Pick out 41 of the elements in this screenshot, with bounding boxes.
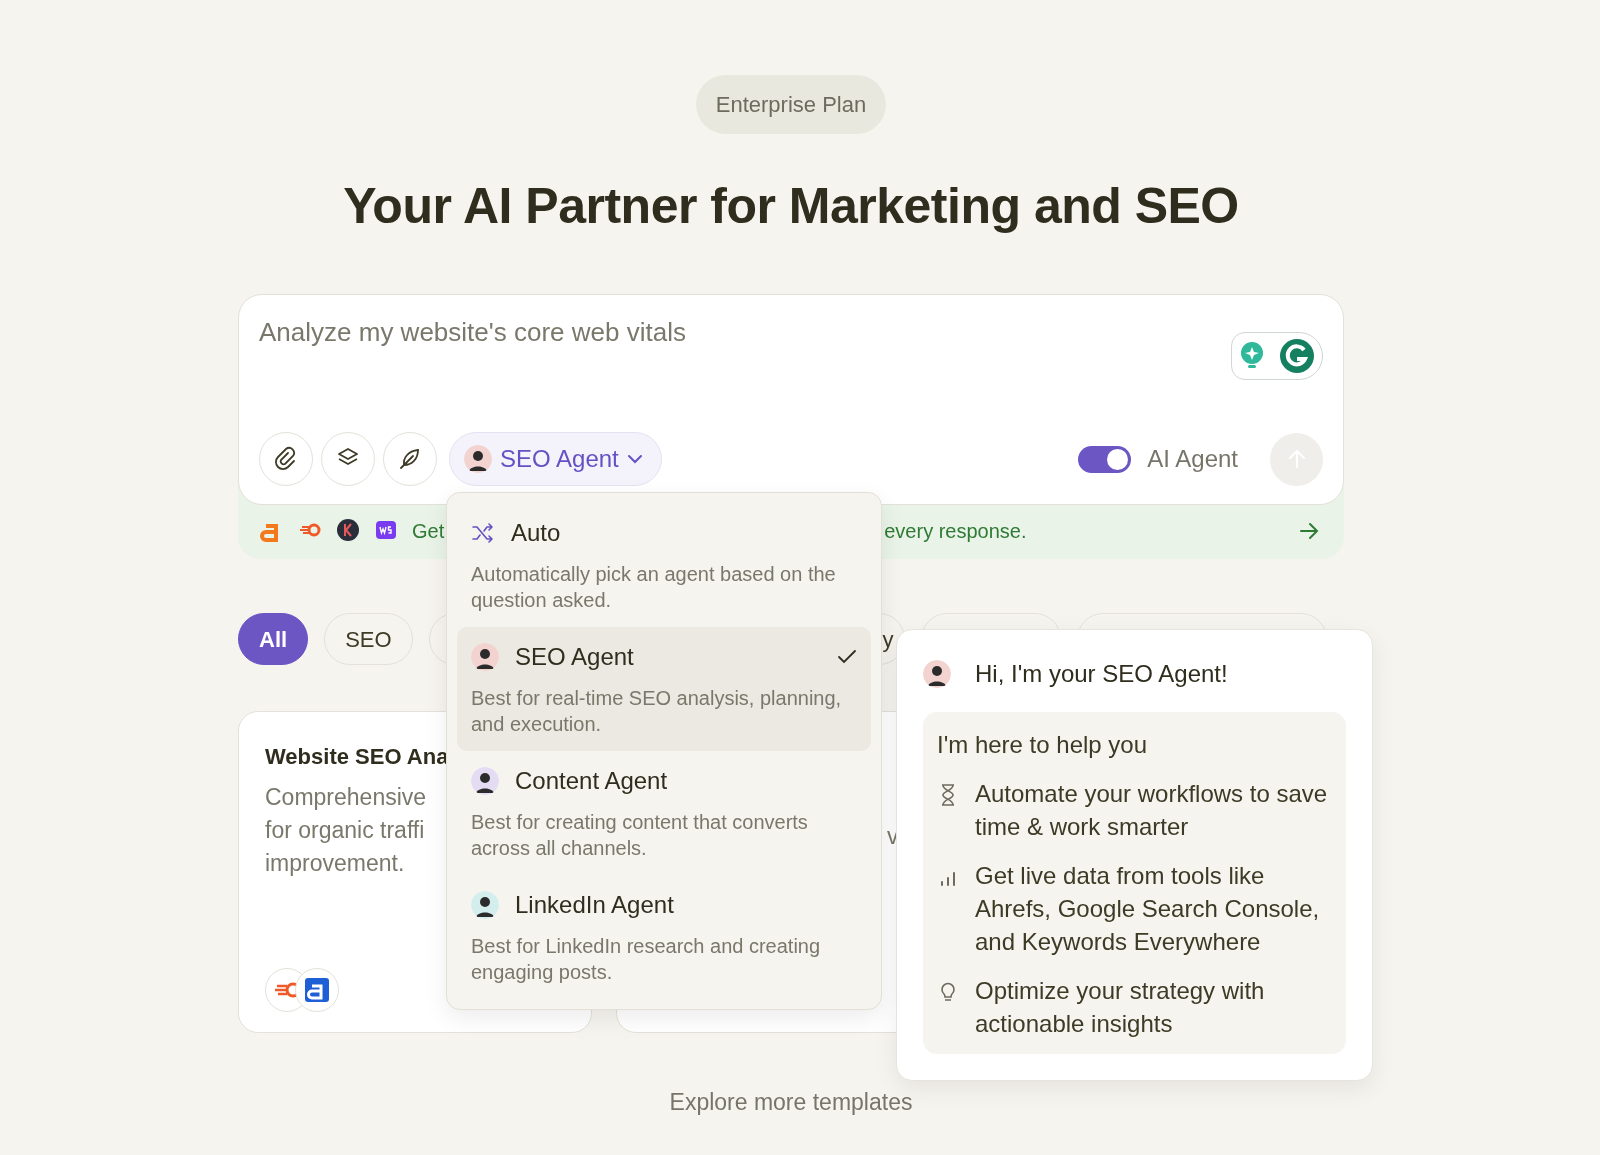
banner-text: Get [412, 519, 445, 544]
agent-select[interactable]: SEO Agent [449, 432, 662, 486]
prompt-input[interactable]: Analyze my website's core web vitals [259, 313, 1159, 373]
avatar-icon [464, 445, 492, 473]
filter-chip[interactable]: SEO [324, 613, 413, 665]
agent-description: Automatically pick an agent based on the question asked. [471, 562, 837, 613]
lightbulb-icon [1239, 341, 1265, 371]
agent-name: SEO Agent [515, 642, 635, 672]
g-logo-icon [1279, 338, 1315, 374]
a-logo-icon [304, 977, 330, 1003]
card-description: for organic traffi [265, 816, 425, 845]
card-description: improvement. [265, 849, 405, 878]
agent-name: Auto [511, 518, 562, 548]
page-heading: Your AI Partner for Marketing and SEO [342, 177, 1240, 236]
help-point: Optimize your strategy with actionable insights [975, 976, 1266, 1039]
explore-link[interactable]: Explore more templates [669, 1085, 913, 1120]
check-icon [837, 649, 857, 665]
toggle-label: AI Agent [1147, 444, 1238, 474]
filter-chip[interactable]: All [238, 613, 309, 665]
arrow-right-icon [1298, 520, 1320, 542]
k-logo-icon [336, 518, 360, 544]
menu-item[interactable]: Auto Automatically pick an agent based on the question asked. [457, 503, 871, 627]
avatar-icon [923, 660, 951, 688]
layers-button[interactable] [321, 432, 375, 486]
ai-agent-toggle[interactable] [1078, 445, 1132, 473]
extension-widget[interactable] [1231, 332, 1323, 380]
avatar-icon [471, 767, 499, 795]
chevron-down-icon [626, 454, 643, 464]
attach-button[interactable] [259, 432, 313, 486]
feather-button[interactable] [383, 432, 437, 486]
help-point: Automate your workflows to save time & work smarter [975, 779, 1329, 842]
banner-text: every response. [884, 519, 1027, 544]
avatar-icon [471, 891, 499, 919]
greeting: Hi, I'm your SEO Agent! [975, 659, 1228, 689]
plan-badge: Enterprise Plan [695, 75, 887, 134]
card-description: Comprehensive [265, 783, 427, 812]
avatar-icon [471, 643, 499, 671]
menu-item[interactable]: SEO Agent Best for real-time SEO analysis, planning, and execution. [457, 627, 871, 751]
help-intro: I'm here to help you [937, 730, 1149, 760]
help-point: Get live data from tools like Ahrefs, Google Search Console, and Keywords Everywhere [975, 861, 1321, 957]
shuffle-icon [471, 522, 495, 544]
